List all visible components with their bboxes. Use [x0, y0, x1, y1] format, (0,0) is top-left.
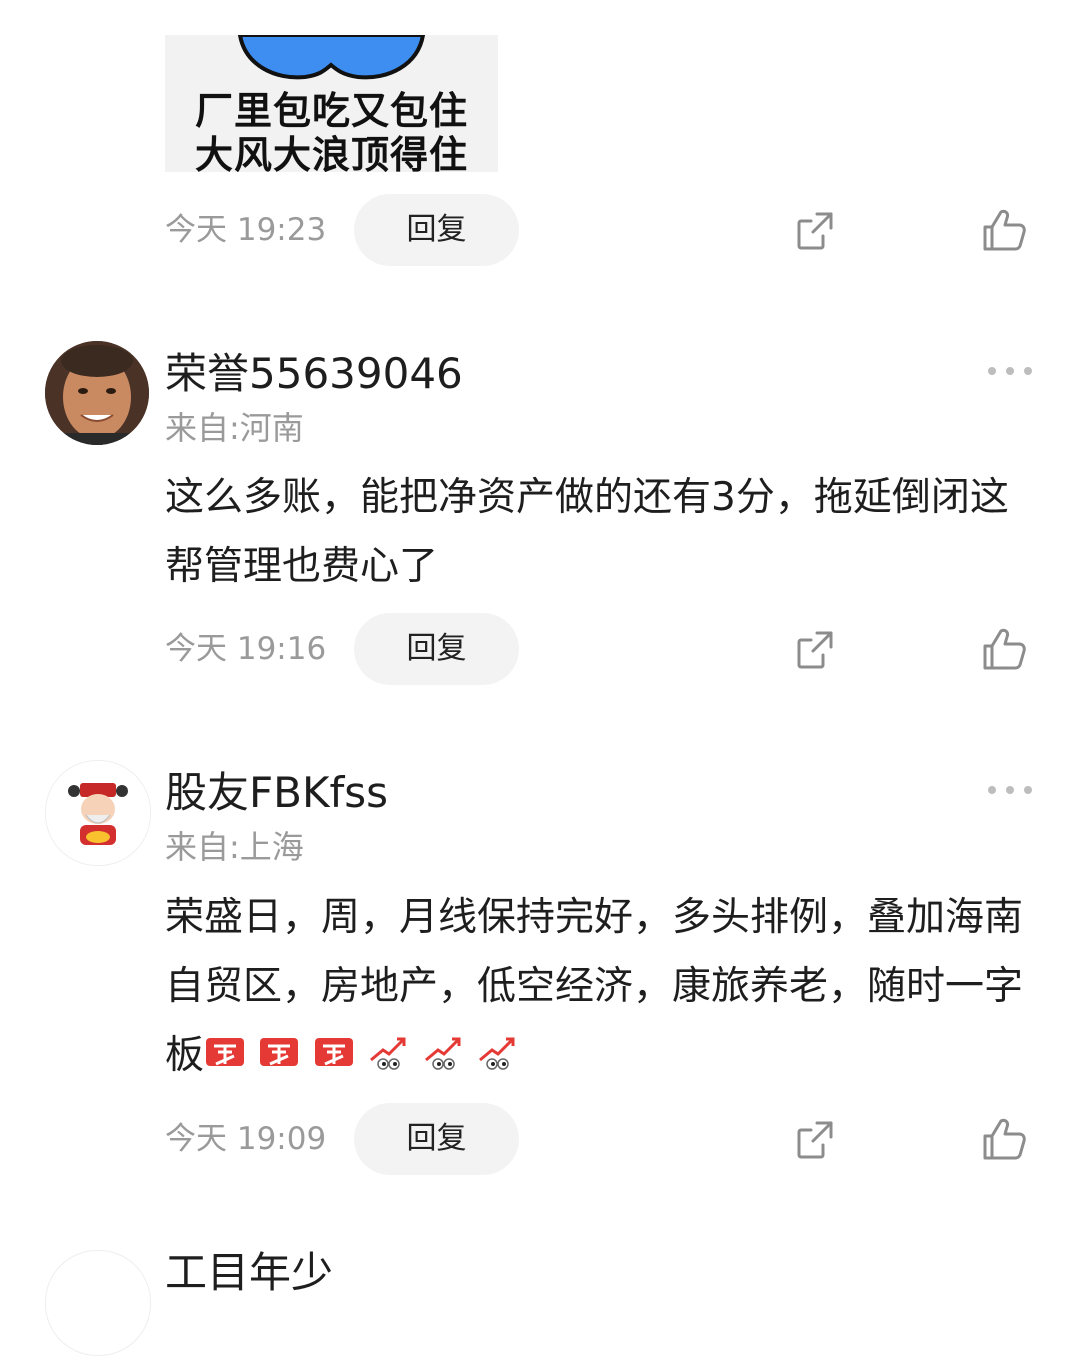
meme-caption-line-2: 大风大浪顶得住 [194, 133, 468, 172]
buy-sticker-icon [206, 1038, 245, 1066]
avatar-face-graphic [45, 341, 149, 445]
comment-meta-row: 今天 19:09 回复 [165, 1103, 1045, 1175]
rising-arrow-eyes-icon [370, 1037, 406, 1070]
comment-username[interactable]: 工目年少 [165, 1245, 333, 1301]
meme-caption-line-1: 厂里包吃又包住 [194, 89, 468, 133]
avatar[interactable] [45, 760, 151, 866]
comment-meta-row: 今天 19:23 回复 [165, 194, 1045, 266]
comment-location: 来自:河南 [165, 409, 304, 447]
buy-sticker-icon [260, 1038, 299, 1066]
comment-time: 今天 19:09 [165, 1121, 327, 1157]
reply-button[interactable]: 回复 [354, 1103, 519, 1175]
comment-location: 来自:上海 [165, 828, 304, 866]
comment-text: 荣盛日，周，月线保持完好，多头排例，叠加海南自贸区，房地产，低空经济，康旅养老，… [165, 883, 1025, 1092]
comment-text: 这么多账，能把净资产做的还有3分，拖延倒闭这帮管理也费心了 [165, 475, 1009, 589]
share-icon[interactable] [793, 1118, 837, 1162]
avatar[interactable] [45, 1250, 151, 1356]
share-icon[interactable] [793, 628, 837, 672]
comment-username[interactable]: 股友FBKfss [165, 765, 388, 821]
buy-sticker-icon [314, 1038, 353, 1066]
avatar[interactable] [45, 341, 149, 445]
comment-time: 今天 19:16 [165, 631, 327, 667]
more-dots-icon[interactable] [986, 364, 1034, 378]
share-icon[interactable] [793, 209, 837, 253]
comment-username[interactable]: 荣誉55639046 [165, 346, 463, 402]
thumbs-up-icon[interactable] [980, 626, 1028, 672]
thumbs-up-icon[interactable] [980, 207, 1028, 253]
emoji-group [204, 1023, 518, 1092]
comment-time: 今天 19:23 [165, 212, 327, 248]
thumbs-up-icon[interactable] [980, 1116, 1028, 1162]
comment-meta-row: 今天 19:16 回复 [165, 613, 1045, 685]
rising-arrow-eyes-icon [479, 1037, 515, 1070]
reply-button[interactable]: 回复 [354, 194, 519, 266]
reply-button[interactable]: 回复 [354, 613, 519, 685]
rising-arrow-eyes-icon [424, 1037, 461, 1070]
meme-image[interactable]: 厂里包吃又包住 大风大浪顶得住 [165, 35, 498, 172]
avatar-fortune-god-graphic [46, 761, 150, 865]
more-dots-icon[interactable] [986, 783, 1034, 797]
